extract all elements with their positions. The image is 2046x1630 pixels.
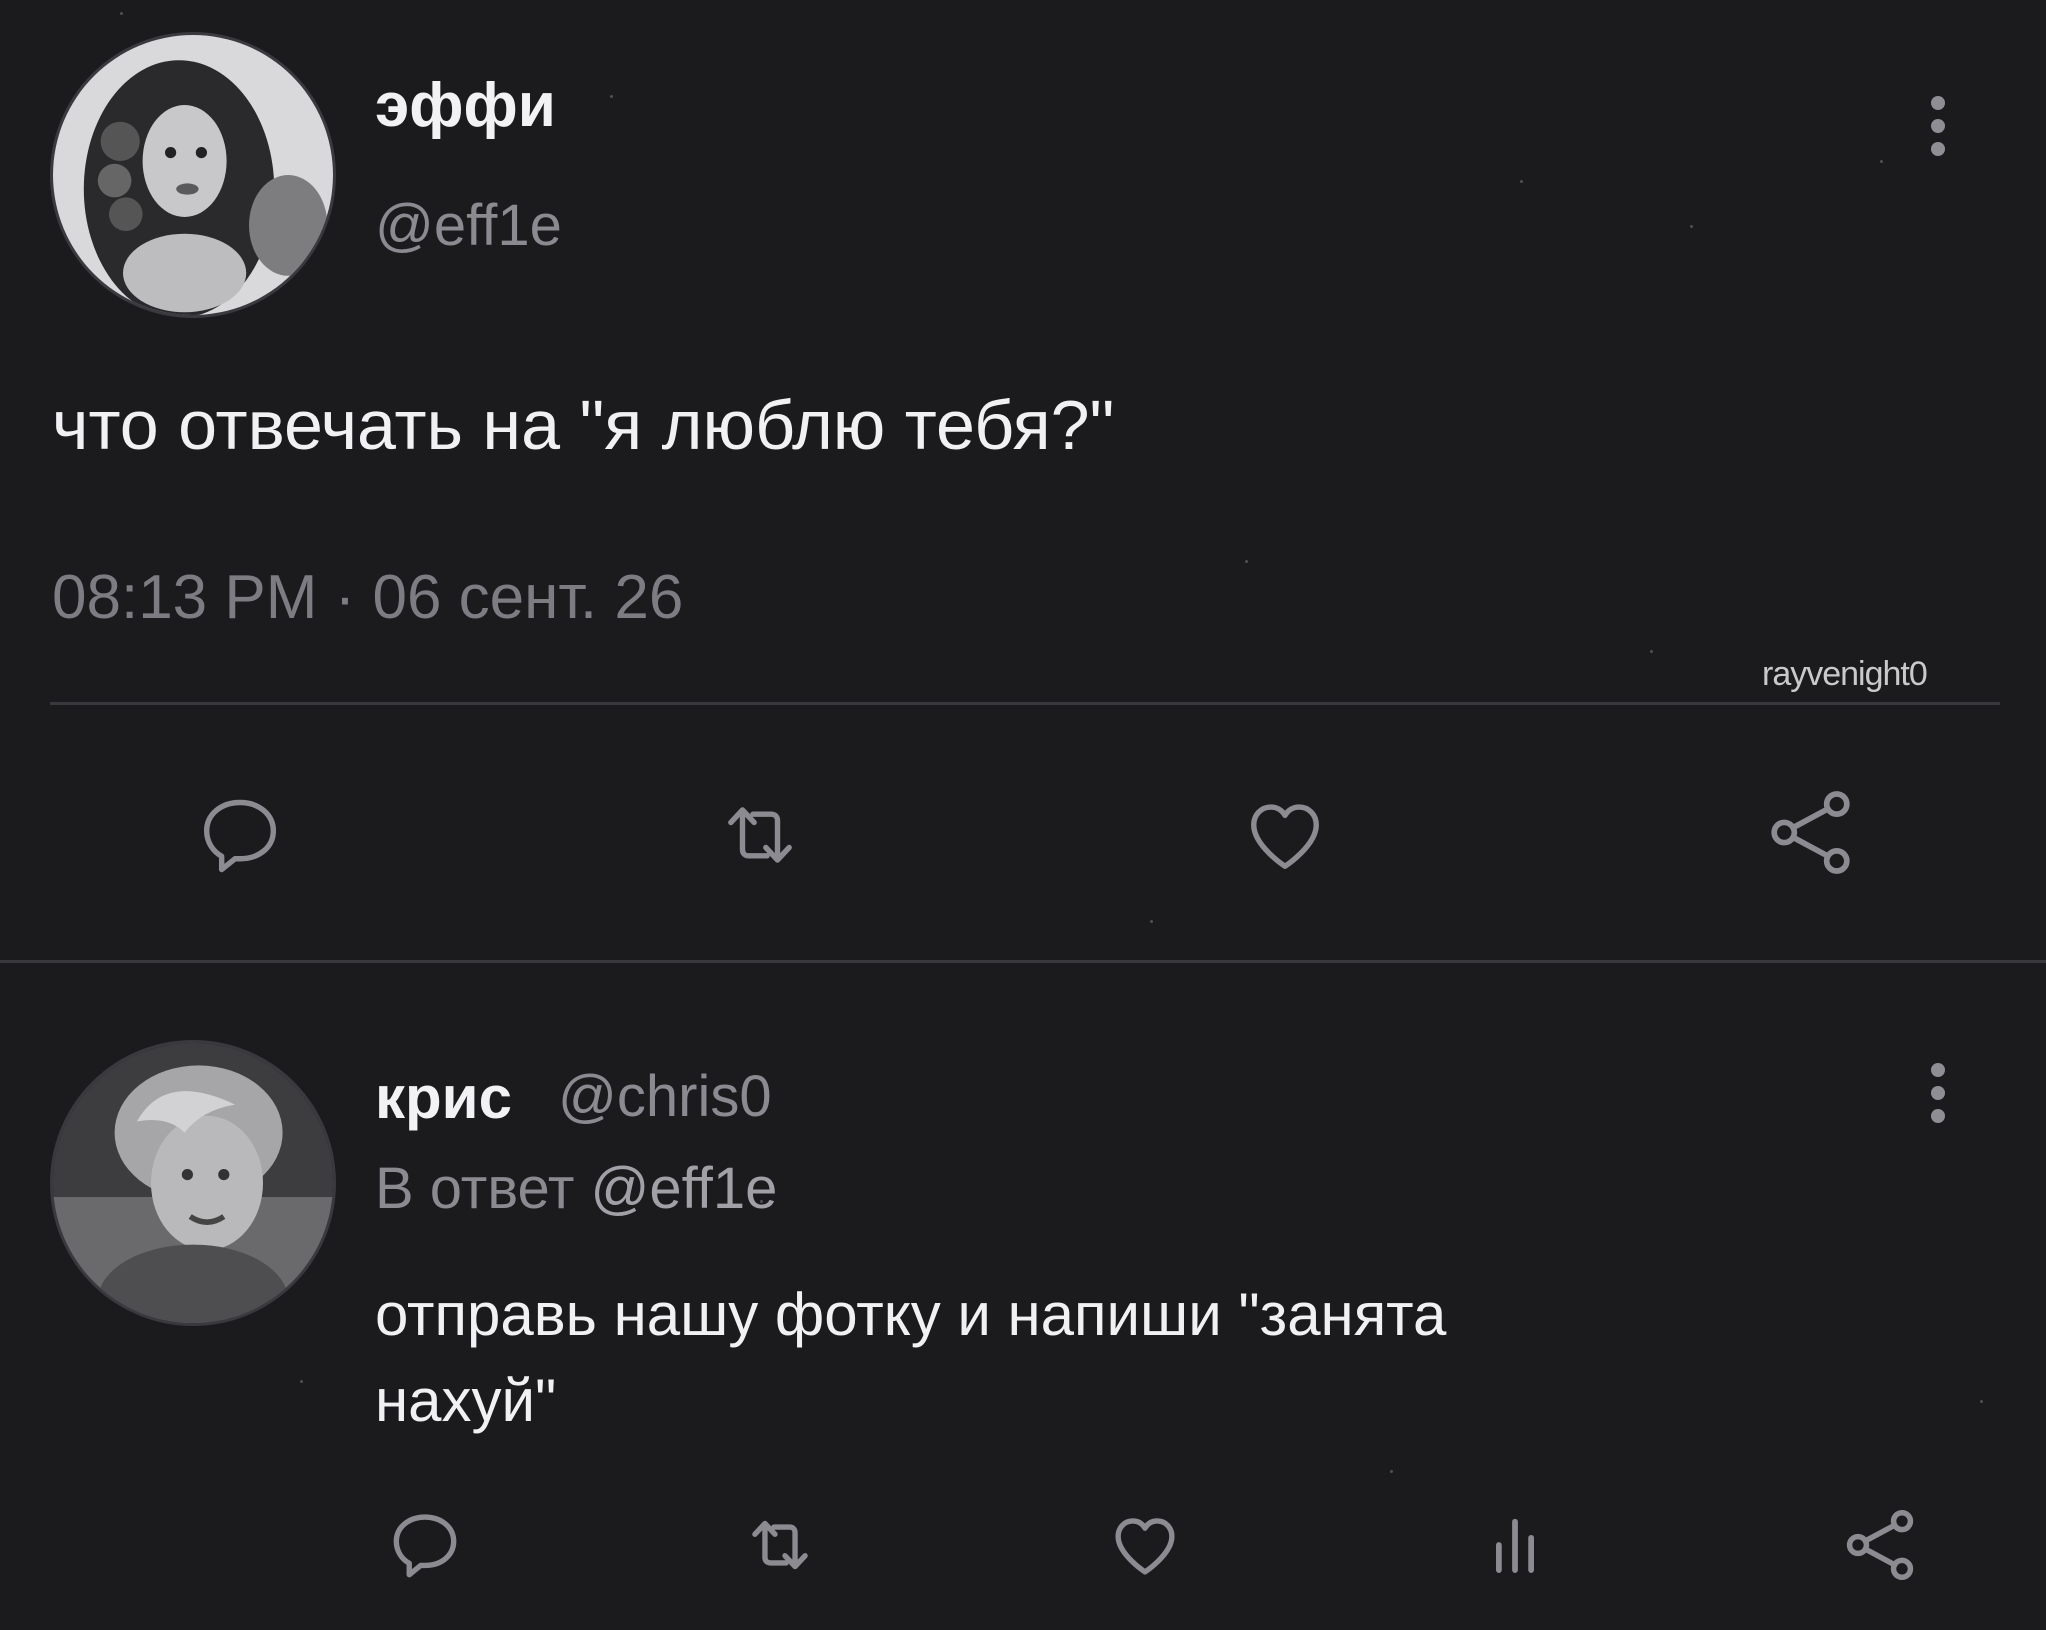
like-button[interactable] <box>1095 1495 1195 1595</box>
dust-speck <box>1880 160 1883 163</box>
share-icon <box>1846 1509 1914 1581</box>
dust-speck <box>610 95 613 98</box>
watermark: rayvenight0 <box>1762 655 1928 693</box>
divider <box>50 702 2000 705</box>
avatar-photo <box>53 35 333 315</box>
reply-prefix: В ответ <box>375 1156 575 1221</box>
username-handle[interactable]: @eff1e <box>375 192 562 259</box>
tweet-separator <box>0 960 2046 963</box>
avatar-photo <box>53 1043 333 1323</box>
reply-context: В ответ @eff1e <box>375 1155 777 1222</box>
retweet-icon <box>752 1520 808 1570</box>
reply-icon <box>393 1514 457 1578</box>
retweet-button[interactable] <box>700 780 820 890</box>
tweet-text: что отвечать на "я люблю тебя?" <box>52 386 1115 464</box>
dust-speck <box>1980 1400 1983 1403</box>
tweet-text-line: отправь нашу фотку и напиши "занята <box>375 1281 1447 1348</box>
dust-speck <box>1390 1470 1393 1473</box>
dust-speck <box>120 12 123 15</box>
timestamp[interactable]: 08:13 PM · 06 сент. 26 <box>52 562 683 633</box>
dust-speck <box>1245 560 1248 563</box>
analytics-icon <box>1496 1518 1534 1573</box>
avatar[interactable] <box>50 32 336 318</box>
reply-button[interactable] <box>180 780 300 890</box>
dust-speck <box>1650 650 1653 653</box>
avatar[interactable] <box>50 1040 336 1326</box>
display-name[interactable]: эффи <box>375 70 556 141</box>
retweet-icon <box>728 807 792 863</box>
more-options-icon[interactable] <box>1928 1063 1948 1132</box>
tweet-text-line: нахуй" <box>375 1367 557 1434</box>
dust-speck <box>300 1380 303 1383</box>
analytics-button[interactable] <box>1465 1495 1565 1595</box>
dust-speck <box>1690 225 1693 228</box>
reply-icon <box>203 799 277 873</box>
display-name[interactable]: крис <box>375 1063 512 1132</box>
dust-speck <box>1520 180 1523 183</box>
retweet-button[interactable] <box>730 1495 830 1595</box>
dust-speck <box>1150 920 1153 923</box>
like-icon <box>1115 1518 1175 1575</box>
share-button[interactable] <box>1830 1495 1930 1595</box>
share-icon <box>1770 791 1850 874</box>
reply-to-handle[interactable]: @eff1e <box>591 1156 778 1221</box>
tweet-text: отправь нашу фотку и напиши "занята наху… <box>375 1272 1446 1444</box>
reply-button[interactable] <box>375 1495 475 1595</box>
username-handle[interactable]: @chris0 <box>558 1063 772 1130</box>
like-button[interactable] <box>1225 780 1345 890</box>
like-icon <box>1251 804 1319 869</box>
more-options-icon[interactable] <box>1928 96 1948 165</box>
share-button[interactable] <box>1750 775 1870 890</box>
